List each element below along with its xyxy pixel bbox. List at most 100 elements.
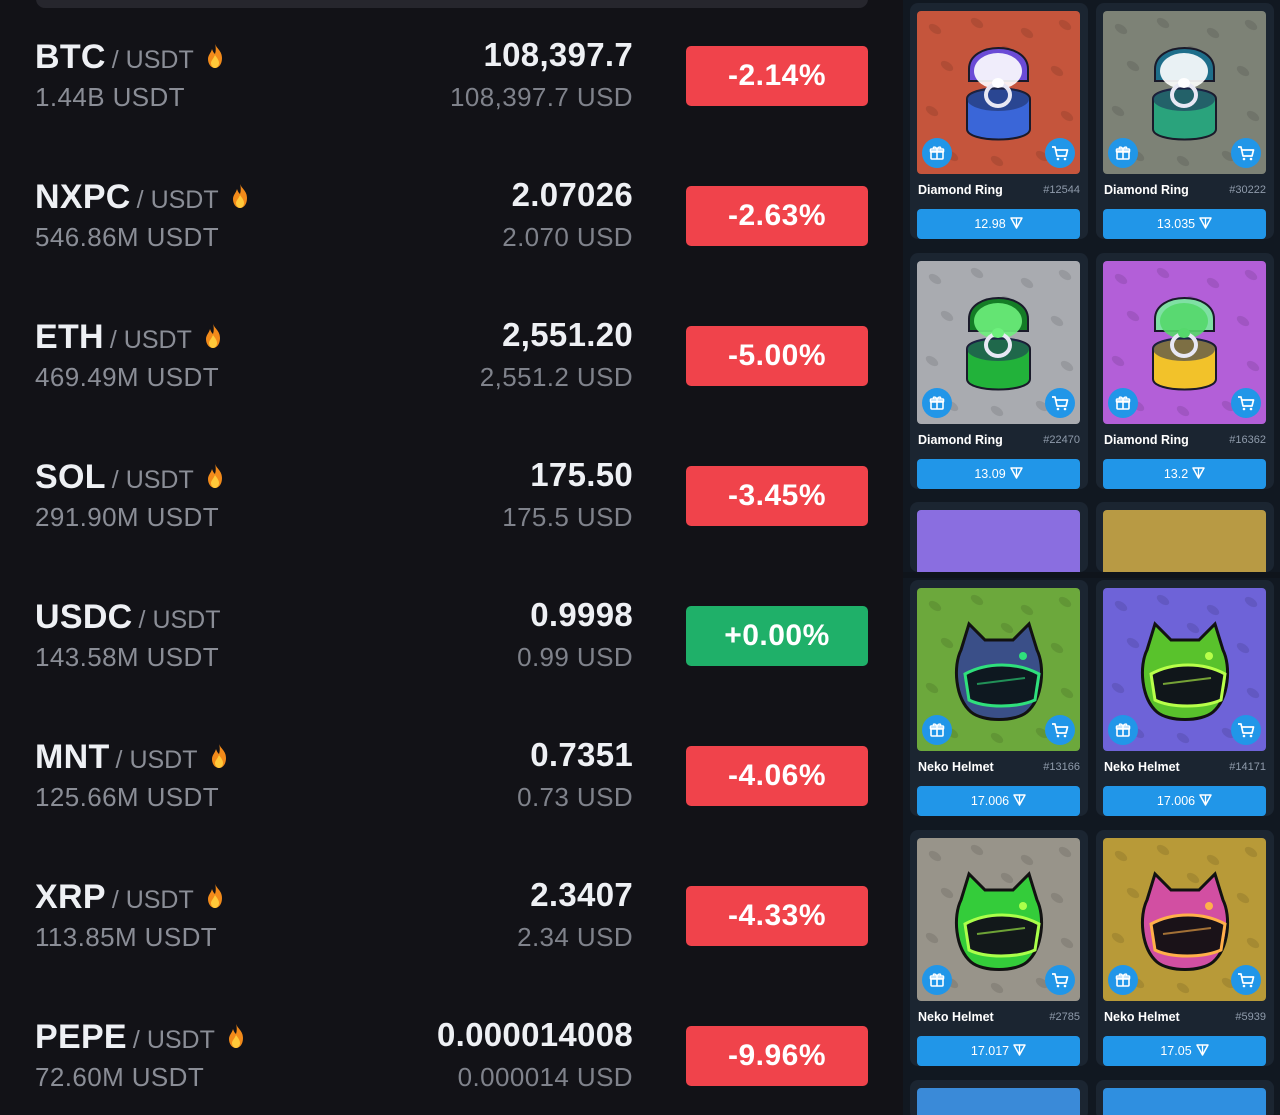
- buy-button[interactable]: 17.05: [1103, 1036, 1266, 1066]
- cart-button[interactable]: [1231, 138, 1261, 168]
- market-row[interactable]: USDC / USDT 143.58M USDT 0.9998 0.99 USD +0.0…: [0, 572, 903, 712]
- buy-button[interactable]: 17.006: [1103, 786, 1266, 816]
- item-number: #22470: [1043, 434, 1080, 446]
- change-badge[interactable]: -3.45%: [686, 466, 868, 526]
- nft-card[interactable]: Diamond Ring #22470 13.09: [910, 253, 1088, 489]
- buy-price: 12.98: [974, 217, 1006, 231]
- pair-symbol: USDC / USDT: [35, 598, 221, 638]
- base-symbol: XRP: [35, 878, 106, 916]
- cart-button[interactable]: [1045, 715, 1075, 745]
- fiat-price: 0.73 USD: [517, 782, 633, 812]
- nft-card-partial[interactable]: [1096, 502, 1274, 572]
- volume: 72.60M USDT: [35, 1062, 205, 1092]
- market-row[interactable]: PEPE / USDT 72.60M USDT 0.000014008 0.000014…: [0, 992, 903, 1115]
- cart-button[interactable]: [1045, 388, 1075, 418]
- item-name: Neko Helmet: [1104, 1010, 1180, 1024]
- nft-card-partial[interactable]: [910, 502, 1088, 572]
- pair-symbol: MNT / USDT: [35, 738, 230, 778]
- card-image-partial[interactable]: [917, 510, 1080, 572]
- card-image-partial[interactable]: [917, 1088, 1080, 1115]
- gift-button[interactable]: [1108, 715, 1138, 745]
- gift-button[interactable]: [922, 138, 952, 168]
- buy-price: 17.006: [1156, 794, 1196, 808]
- cart-button[interactable]: [1231, 388, 1261, 418]
- market-row[interactable]: MNT / USDT 125.66M USDT 0.7351 0.73 USD -4.06…: [0, 712, 903, 852]
- market-row[interactable]: NXPC / USDT 546.86M USDT 2.07026 2.070 USD -2…: [0, 152, 903, 292]
- gift-button[interactable]: [1108, 388, 1138, 418]
- item-number: #16362: [1229, 434, 1266, 446]
- market-row[interactable]: SOL / USDT 291.90M USDT 175.50 175.5 USD -3.4…: [0, 432, 903, 572]
- fiat-price: 2,551.2 USD: [479, 362, 633, 392]
- gift-button[interactable]: [922, 715, 952, 745]
- last-price: 108,397.7: [483, 36, 633, 73]
- ton-icon: [1009, 466, 1023, 482]
- gift-button[interactable]: [922, 965, 952, 995]
- fire-icon: [202, 323, 224, 354]
- nft-card[interactable]: Neko Helmet #14171 17.006: [1096, 580, 1274, 816]
- helmet-image[interactable]: [1103, 588, 1266, 751]
- nft-card-partial[interactable]: [910, 1080, 1088, 1115]
- nft-card[interactable]: Neko Helmet #13166 17.006: [910, 580, 1088, 816]
- gift-icon: [929, 395, 945, 411]
- change-badge[interactable]: -4.06%: [686, 746, 868, 806]
- cart-button[interactable]: [1231, 715, 1261, 745]
- fiat-price: 175.5 USD: [502, 502, 633, 532]
- buy-button[interactable]: 13.2: [1103, 459, 1266, 489]
- market-row[interactable]: BTC / USDT 1.44B USDT 108,397.7 108,397.7 US…: [0, 12, 903, 152]
- cart-button[interactable]: [1231, 965, 1261, 995]
- buy-button[interactable]: 12.98: [917, 209, 1080, 239]
- card-image-partial[interactable]: [1103, 510, 1266, 572]
- buy-button[interactable]: 17.006: [917, 786, 1080, 816]
- buy-button[interactable]: 13.035: [1103, 209, 1266, 239]
- change-badge[interactable]: +0.00%: [686, 606, 868, 666]
- ring-image[interactable]: [917, 261, 1080, 424]
- gift-icon: [929, 722, 945, 738]
- base-symbol: ETH: [35, 318, 104, 356]
- item-number: #30222: [1229, 184, 1266, 196]
- ring-image[interactable]: [1103, 261, 1266, 424]
- change-badge[interactable]: -5.00%: [686, 326, 868, 386]
- buy-price: 17.006: [970, 794, 1010, 808]
- base-symbol: PEPE: [35, 1018, 127, 1056]
- change-badge[interactable]: -4.33%: [686, 886, 868, 946]
- nft-card[interactable]: Diamond Ring #12544 12.98: [910, 3, 1088, 239]
- market-row[interactable]: ETH / USDT 469.49M USDT 2,551.20 2,551.2 USD…: [0, 292, 903, 432]
- gift-icon: [1115, 972, 1131, 988]
- nft-card[interactable]: Diamond Ring #16362 13.2: [1096, 253, 1274, 489]
- gift-button[interactable]: [922, 388, 952, 418]
- last-price: 0.9998: [530, 596, 633, 633]
- change-badge[interactable]: -2.63%: [686, 186, 868, 246]
- helmet-image[interactable]: [917, 588, 1080, 751]
- cart-button[interactable]: [1045, 138, 1075, 168]
- quote-symbol: / USDT: [111, 466, 194, 494]
- item-number: #13166: [1043, 761, 1080, 773]
- nft-card[interactable]: Diamond Ring #30222 13.035: [1096, 3, 1274, 239]
- ring-image[interactable]: [1103, 11, 1266, 174]
- change-badge[interactable]: -2.14%: [686, 46, 868, 106]
- volume: 469.49M USDT: [35, 362, 219, 392]
- ring-image[interactable]: [917, 11, 1080, 174]
- market-row[interactable]: XRP / USDT 113.85M USDT 2.3407 2.34 USD -4.33…: [0, 852, 903, 992]
- nft-card-partial[interactable]: [1096, 1080, 1274, 1115]
- helmet-image[interactable]: [1103, 838, 1266, 1001]
- fire-icon: [229, 183, 251, 214]
- base-symbol: SOL: [35, 458, 106, 496]
- volume: 1.44B USDT: [35, 82, 185, 112]
- gift-button[interactable]: [1108, 138, 1138, 168]
- last-price: 175.50: [530, 456, 633, 493]
- fiat-price: 2.34 USD: [517, 922, 633, 952]
- card-image-partial[interactable]: [1103, 1088, 1266, 1115]
- buy-button[interactable]: 13.09: [917, 459, 1080, 489]
- buy-button[interactable]: 17.017: [917, 1036, 1080, 1066]
- helmet-image[interactable]: [917, 838, 1080, 1001]
- buy-price: 17.05: [1160, 1044, 1192, 1058]
- nft-card[interactable]: Neko Helmet #2785 17.017: [910, 830, 1088, 1066]
- buy-price: 13.035: [1156, 217, 1196, 231]
- cart-button[interactable]: [1045, 965, 1075, 995]
- change-badge[interactable]: -9.96%: [686, 1026, 868, 1086]
- quote-symbol: / USDT: [111, 886, 194, 914]
- fire-icon: [204, 43, 226, 74]
- pair-symbol: NXPC / USDT: [35, 178, 251, 218]
- nft-card[interactable]: Neko Helmet #5939 17.05: [1096, 830, 1274, 1066]
- gift-button[interactable]: [1108, 965, 1138, 995]
